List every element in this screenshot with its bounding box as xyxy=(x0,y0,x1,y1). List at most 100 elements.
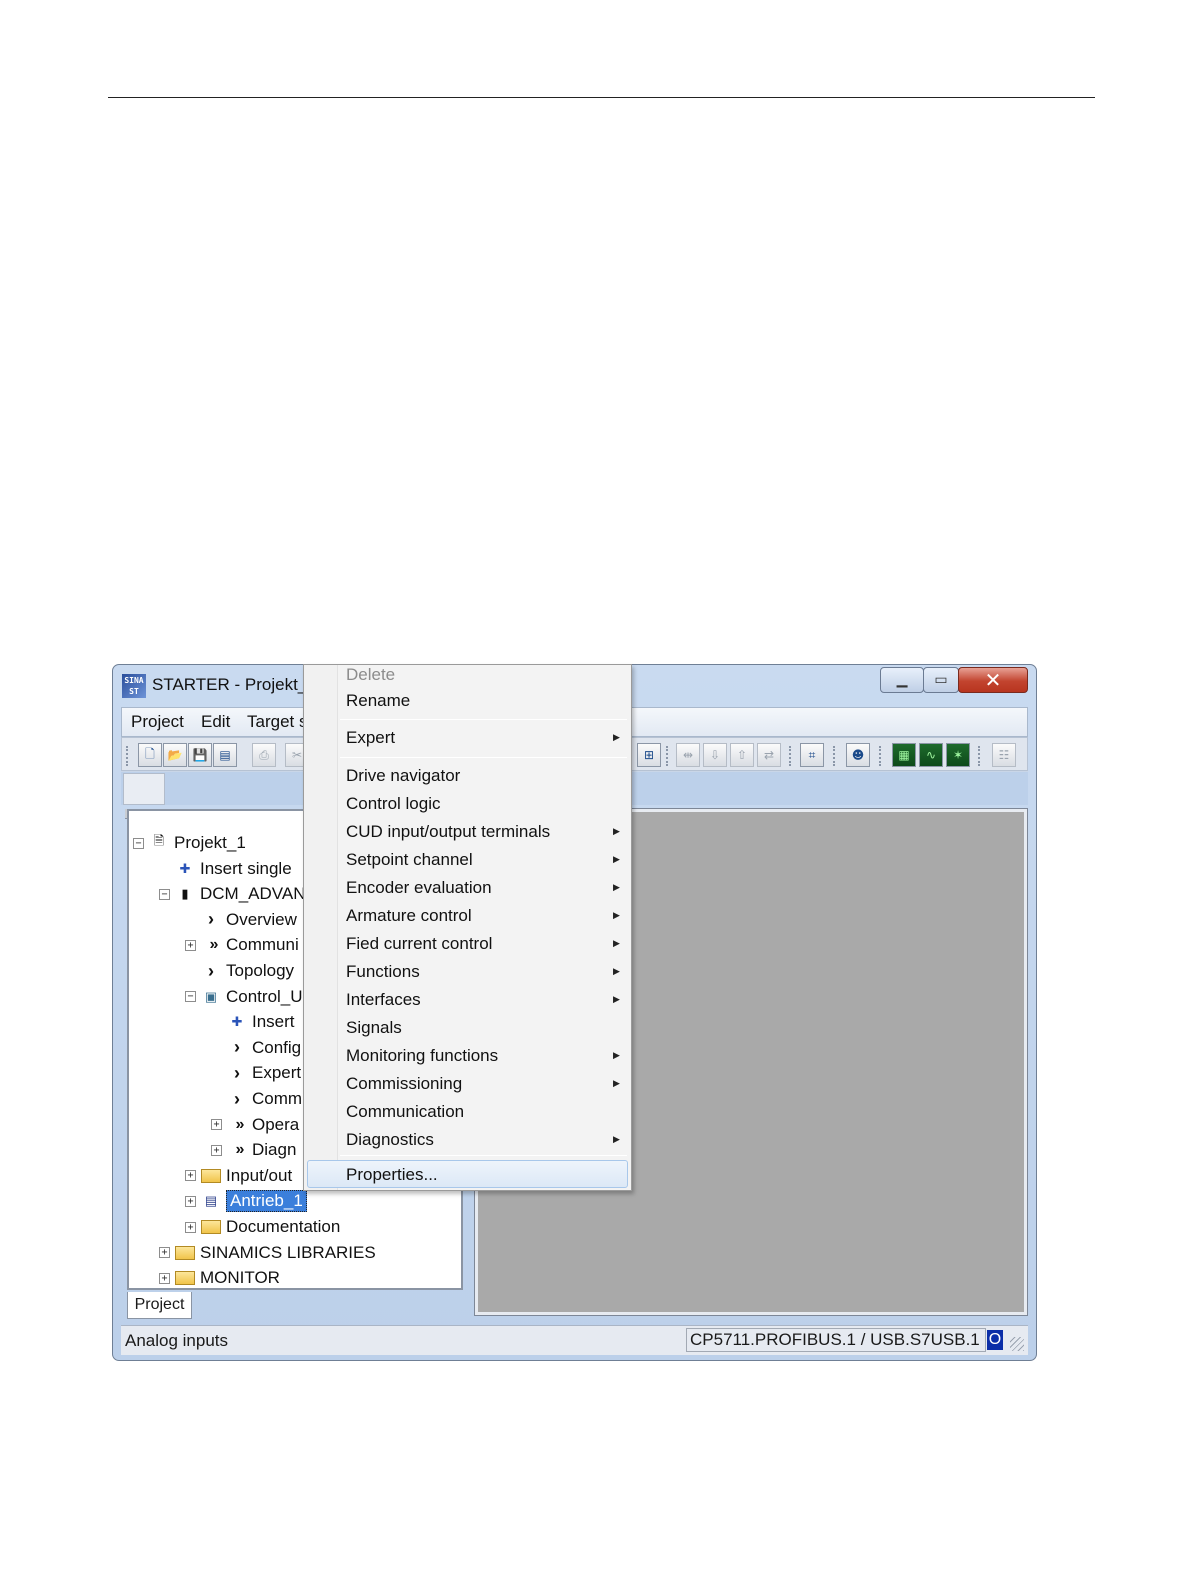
tree-item-label: Opera xyxy=(252,1114,300,1134)
tree-item[interactable]: + Documentation xyxy=(185,1215,340,1239)
tree-item[interactable]: › Expert xyxy=(211,1061,301,1085)
toolbar-grip[interactable] xyxy=(789,746,792,766)
settings-icon[interactable]: ☷ xyxy=(992,743,1016,767)
toolbar-grip[interactable] xyxy=(126,746,129,766)
align-icon[interactable]: ⇹ xyxy=(676,743,700,767)
menu-item-cud-input-output-terminals[interactable]: CUD input/output terminals xyxy=(346,822,550,842)
context-menu: Delete Rename Expert ▶ Drive navigator Contro… xyxy=(303,664,632,1191)
tree-item-label: Antrieb_1 xyxy=(226,1190,307,1213)
menu-project[interactable]: Project xyxy=(131,712,184,732)
menu-item-rename[interactable]: Rename xyxy=(346,691,410,711)
download-icon[interactable]: ⇩ xyxy=(703,743,727,767)
connection-status: CP5711.PROFIBUS.1 / USB.S7USB.1 xyxy=(686,1328,986,1352)
chevron-icon: › xyxy=(208,909,214,930)
folder-icon xyxy=(201,1168,221,1183)
collapse-icon[interactable]: − xyxy=(159,888,170,900)
resize-grip-icon[interactable] xyxy=(1010,1337,1024,1351)
tree-item[interactable]: + » Opera xyxy=(211,1113,299,1137)
minimize-button[interactable]: ▁ xyxy=(880,667,924,693)
new-project-icon[interactable]: 🗋 xyxy=(138,743,162,767)
menu-item-interfaces[interactable]: Interfaces xyxy=(346,990,421,1010)
toolbar-grip[interactable] xyxy=(666,746,669,766)
expand-icon[interactable]: + xyxy=(185,1221,196,1233)
tree-item[interactable]: › Comm xyxy=(211,1087,302,1111)
expand-icon[interactable]: + xyxy=(159,1247,170,1259)
insert-icon: ✚ xyxy=(179,860,191,876)
folder-icon xyxy=(175,1271,195,1286)
menu-item-communication[interactable]: Communication xyxy=(346,1102,464,1122)
menu-target-system[interactable]: Target s xyxy=(247,712,307,732)
tree-item[interactable]: + ▤ Antrieb_1 xyxy=(185,1189,307,1213)
tree-item[interactable]: ✚ Insert single xyxy=(159,857,292,881)
folder-icon xyxy=(201,1220,221,1234)
tree-item[interactable]: + » Communi xyxy=(185,933,299,957)
collapse-icon[interactable]: − xyxy=(133,837,144,849)
measurement-icon[interactable]: ✶ xyxy=(946,743,970,767)
tree-item-label: MONITOR xyxy=(200,1268,280,1288)
tree-item[interactable]: + MONITOR xyxy=(159,1266,280,1290)
tree-item[interactable]: − ▮ DCM_ADVAN xyxy=(159,882,305,906)
maximize-button[interactable]: ▭ xyxy=(923,667,959,693)
menu-item-diagnostics[interactable]: Diagnostics xyxy=(346,1130,434,1150)
expand-icon[interactable]: + xyxy=(211,1144,222,1156)
tree-item[interactable]: › Config xyxy=(211,1036,301,1060)
secondary-toolbar-box[interactable] xyxy=(123,773,165,805)
menu-item-drive-navigator[interactable]: Drive navigator xyxy=(346,766,460,786)
tree-item-label: Diagn xyxy=(252,1140,297,1160)
tree-item-label: SINAMICS LIBRARIES xyxy=(200,1242,376,1262)
toolbar-grip[interactable] xyxy=(833,746,836,766)
expand-icon[interactable]: + xyxy=(185,939,196,951)
menu-item-properties[interactable]: Properties... xyxy=(346,1165,438,1185)
toolbar-grip[interactable] xyxy=(879,746,882,766)
save-compile-icon[interactable]: ▤ xyxy=(213,743,237,767)
menu-item-functions[interactable]: Functions xyxy=(346,962,420,982)
submenu-arrow-icon: ▶ xyxy=(613,967,620,977)
submenu-arrow-icon: ▶ xyxy=(613,939,620,949)
tree-item[interactable]: + » Diagn xyxy=(211,1138,296,1162)
menu-item-setpoint-channel[interactable]: Setpoint channel xyxy=(346,850,473,870)
menu-item-signals[interactable]: Signals xyxy=(346,1018,402,1038)
menu-item-monitoring-functions[interactable]: Monitoring functions xyxy=(346,1046,498,1066)
expand-icon[interactable]: + xyxy=(185,1170,196,1182)
menu-item-fied-current-control[interactable]: Fied current control xyxy=(346,934,492,954)
tree-item[interactable]: › Overview xyxy=(185,908,297,932)
menu-item-encoder-evaluation[interactable]: Encoder evaluation xyxy=(346,878,492,898)
menu-edit[interactable]: Edit xyxy=(201,712,230,732)
submenu-arrow-icon: ▶ xyxy=(613,995,620,1005)
starter-app-icon[interactable]: SINA ST xyxy=(122,674,146,698)
tree-item-label: Comm xyxy=(252,1089,303,1108)
double-chevron-icon: » xyxy=(235,1141,245,1159)
tree-item[interactable]: ✚ Insert xyxy=(211,1010,295,1034)
tree-item[interactable]: + SINAMICS LIBRARIES xyxy=(159,1241,376,1265)
tree-item-label: Topology xyxy=(226,961,295,980)
expand-icon[interactable]: + xyxy=(159,1272,170,1284)
tree-item[interactable]: − ▣ Control_U xyxy=(185,985,303,1009)
collapse-icon[interactable]: − xyxy=(185,991,196,1003)
tree-item[interactable]: + Input/out xyxy=(185,1164,292,1188)
function-generator-icon[interactable]: ∿ xyxy=(919,743,943,767)
close-button[interactable]: ✕ xyxy=(958,667,1028,693)
control-panel-icon[interactable]: ☻ xyxy=(846,743,870,767)
tree-item[interactable]: › Topology xyxy=(185,959,294,983)
trace-icon[interactable]: ▦ xyxy=(892,743,916,767)
project-tab[interactable]: Project xyxy=(127,1292,192,1319)
toolbar-grip[interactable] xyxy=(978,746,981,766)
copy-ram-rom-icon[interactable]: ⇄ xyxy=(757,743,781,767)
menu-item-armature-control[interactable]: Armature control xyxy=(346,906,472,926)
open-project-icon[interactable]: 📂 xyxy=(163,743,187,767)
save-icon[interactable]: 💾 xyxy=(188,743,212,767)
tree-item-label: Control_U xyxy=(226,986,303,1006)
menu-item-expert[interactable]: Expert xyxy=(346,728,395,748)
tree-item[interactable]: − 🗎 Projekt_1 xyxy=(133,831,246,855)
accessible-nodes-icon[interactable]: ⌗ xyxy=(800,743,824,767)
project-icon: 🗎 xyxy=(153,833,165,848)
expand-icon[interactable]: + xyxy=(185,1195,196,1207)
submenu-arrow-icon: ▶ xyxy=(613,1135,620,1145)
menu-item-commissioning[interactable]: Commissioning xyxy=(346,1074,462,1094)
upload-icon[interactable]: ⇧ xyxy=(730,743,754,767)
expand-icon[interactable]: + xyxy=(211,1119,222,1131)
menu-item-control-logic[interactable]: Control logic xyxy=(346,794,441,814)
print-icon[interactable]: ⎙ xyxy=(252,743,276,767)
submenu-arrow-icon: ▶ xyxy=(613,911,620,921)
connect-target-icon[interactable]: ⊞ xyxy=(637,743,661,767)
